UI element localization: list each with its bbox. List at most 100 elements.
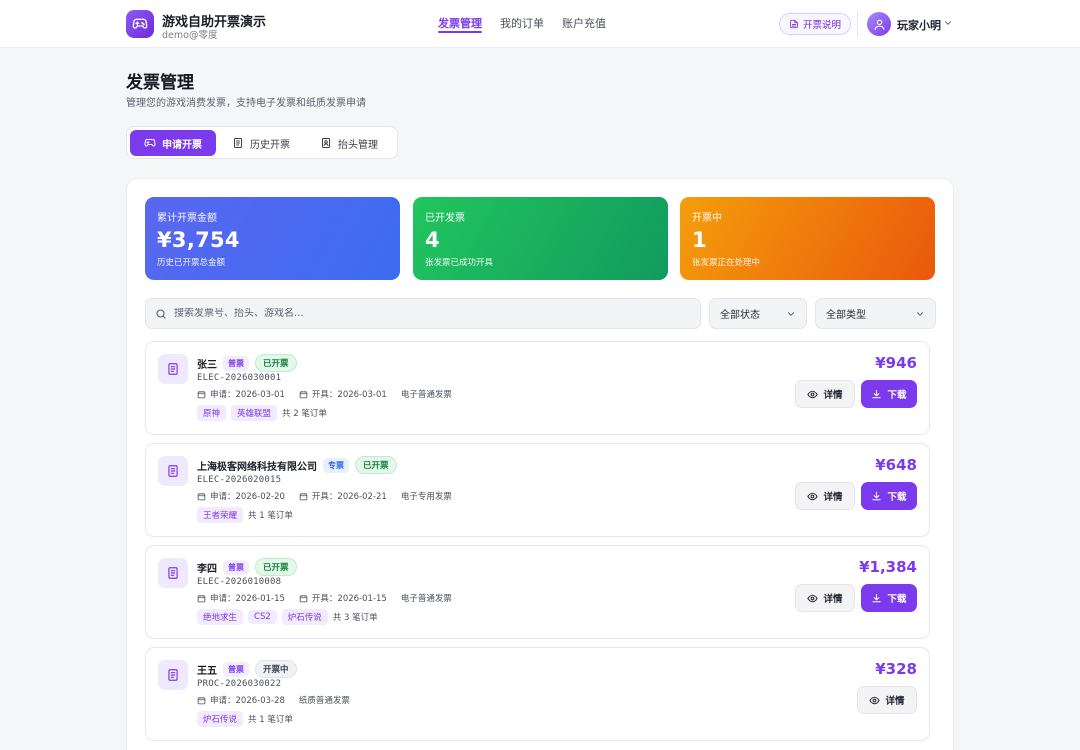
game-tag: 绝地求生 — [197, 609, 244, 625]
order-count: 共 2 笔订单 — [282, 409, 327, 419]
stat-note: 历史已开票总金额 — [157, 258, 226, 268]
invoice-document-icon — [168, 567, 178, 579]
apply-date: 申请：2026-01-15 — [210, 594, 285, 604]
chevron-down-icon — [917, 311, 923, 316]
nav-my-orders[interactable]: 我的订单 — [500, 0, 544, 48]
search-input[interactable] — [174, 308, 674, 319]
invoice-panel: 累计开票金额 ¥3,754 历史已开票总金额 已开发票 4 张发票已成功开具 开… — [126, 178, 954, 750]
invoice-doc-icon-box — [158, 456, 188, 486]
detail-button[interactable]: 详情 — [857, 686, 917, 714]
document-icon — [790, 19, 798, 29]
invoice-header: 李四 普票 已开票 — [197, 558, 297, 576]
stat-value: 4 — [425, 228, 440, 252]
stat-value: ¥3,754 — [157, 228, 240, 252]
invoice-title-name: 李四 — [197, 563, 217, 575]
invoice-category: 纸质普通发票 — [298, 696, 350, 706]
calendar-icon — [197, 594, 206, 602]
invoice-meta: 申请：2026-03-28 纸质普通发票 — [197, 694, 350, 706]
game-tag: 炉石传说 — [197, 711, 244, 727]
nav-invoice-management[interactable]: 发票管理 — [438, 0, 482, 48]
download-label: 下载 — [887, 390, 907, 401]
invoice-tabs: 申请开票 历史开票 抬头管理 — [126, 126, 398, 159]
status-badge: 已开票 — [355, 456, 397, 474]
top-bar: 游戏自助开票演示 demo@零度 发票管理 我的订单 账户充值 开票说明 玩家小… — [0, 0, 1080, 48]
eye-icon — [807, 390, 819, 398]
invoice-card[interactable]: 李四 普票 已开票 ELEC-2026010008 申请：2026-01-15 … — [145, 545, 930, 639]
tab-title-management[interactable]: 抬头管理 — [306, 130, 392, 156]
avatar[interactable] — [867, 12, 891, 36]
order-count: 共 1 笔订单 — [248, 715, 293, 725]
invoice-number: ELEC-2026010008 — [197, 577, 282, 587]
detail-label: 详情 — [823, 492, 843, 503]
download-icon — [872, 593, 882, 602]
chevron-down-icon — [788, 311, 794, 316]
issue-date: 开具：2026-02-21 — [311, 492, 387, 502]
invoice-card[interactable]: 上海极客网络科技有限公司 专票 已开票 ELEC-2026020015 申请：2… — [145, 443, 930, 537]
issue-date: 开具：2026-01-15 — [311, 594, 387, 604]
detail-button[interactable]: 详情 — [795, 482, 855, 510]
invoice-meta: 申请：2026-02-20 开具：2026-02-21 电子专用发票 — [197, 490, 452, 502]
stat-note: 张发票正在处理中 — [692, 258, 761, 268]
eye-icon — [869, 696, 881, 704]
stat-label: 累计开票金额 — [157, 213, 217, 224]
invoice-number: ELEC-2026030001 — [197, 373, 282, 383]
detail-button[interactable]: 详情 — [795, 380, 855, 408]
download-button[interactable]: 下载 — [861, 584, 917, 612]
invoice-meta: 申请：2026-01-15 开具：2026-01-15 电子普通发票 — [197, 592, 452, 604]
invoice-amount: ¥328 — [875, 660, 917, 678]
invoice-meta: 申请：2026-03-01 开具：2026-03-01 电子普通发票 — [197, 388, 452, 400]
detail-label: 详情 — [823, 594, 843, 605]
type-filter-select[interactable]: 全部类型 — [815, 298, 936, 329]
search-box — [145, 298, 701, 329]
status-filter-select[interactable]: 全部状态 — [709, 298, 807, 329]
invoice-doc-icon-box — [158, 354, 188, 384]
app-logo[interactable] — [126, 10, 154, 38]
eye-icon — [807, 594, 819, 602]
status-badge: 已开票 — [255, 354, 297, 372]
detail-button[interactable]: 详情 — [795, 584, 855, 612]
invoice-kind-badge: 普票 — [223, 559, 249, 575]
chevron-down-icon[interactable] — [943, 18, 953, 28]
invoice-title-name: 上海极客网络科技有限公司 — [197, 461, 317, 473]
invoice-help-button[interactable]: 开票说明 — [779, 13, 852, 35]
header-divider — [857, 12, 858, 36]
invoice-document-icon — [168, 363, 178, 375]
calendar-icon — [299, 492, 308, 500]
nav-account-recharge[interactable]: 账户充值 — [562, 0, 606, 48]
invoice-number: PROC-2026030022 — [197, 679, 282, 689]
invoice-kind-badge: 专票 — [323, 457, 349, 473]
game-tag: 原神 — [197, 405, 227, 421]
invoice-document-icon — [168, 465, 178, 477]
gamepad-icon — [132, 18, 148, 29]
user-name[interactable]: 玩家小明 — [897, 17, 941, 33]
invoice-number: ELEC-2026020015 — [197, 475, 282, 485]
invoice-kind-badge: 普票 — [223, 661, 249, 677]
stat-note: 张发票已成功开具 — [425, 258, 494, 268]
issue-date: 开具：2026-03-01 — [311, 390, 387, 400]
game-tag: 王者荣耀 — [197, 507, 244, 523]
apply-date: 申请：2026-03-28 — [210, 696, 285, 706]
tab-apply-invoice[interactable]: 申请开票 — [130, 130, 216, 156]
stat-label: 已开发票 — [425, 213, 465, 224]
eye-icon — [807, 492, 819, 500]
invoice-card[interactable]: 张三 普票 已开票 ELEC-2026030001 申请：2026-03-01 … — [145, 341, 930, 435]
invoice-amount: ¥648 — [875, 456, 917, 474]
invoice-header: 上海极客网络科技有限公司 专票 已开票 — [197, 456, 397, 474]
tab-history-invoice[interactable]: 历史开票 — [218, 130, 304, 156]
game-tags: 王者荣耀 共 1 笔订单 — [197, 507, 293, 523]
invoice-amount: ¥946 — [875, 354, 917, 372]
invoice-card[interactable]: 王五 普票 开票中 PROC-2026030022 申请：2026-03-28 … — [145, 647, 930, 741]
invoice-doc-icon-box — [158, 660, 188, 690]
status-filter-value: 全部状态 — [720, 310, 760, 321]
game-tags: 炉石传说 共 1 笔订单 — [197, 711, 293, 727]
game-tag: 英雄联盟 — [231, 405, 278, 421]
download-button[interactable]: 下载 — [861, 380, 917, 408]
download-button[interactable]: 下载 — [861, 482, 917, 510]
tab-label: 历史开票 — [250, 139, 290, 151]
help-label: 开票说明 — [803, 20, 842, 31]
download-icon — [872, 389, 882, 398]
invoice-header: 张三 普票 已开票 — [197, 354, 297, 372]
main-nav: 发票管理 我的订单 账户充值 — [438, 0, 606, 48]
invoice-document-icon — [168, 669, 178, 681]
invoice-header: 王五 普票 开票中 — [197, 660, 297, 678]
